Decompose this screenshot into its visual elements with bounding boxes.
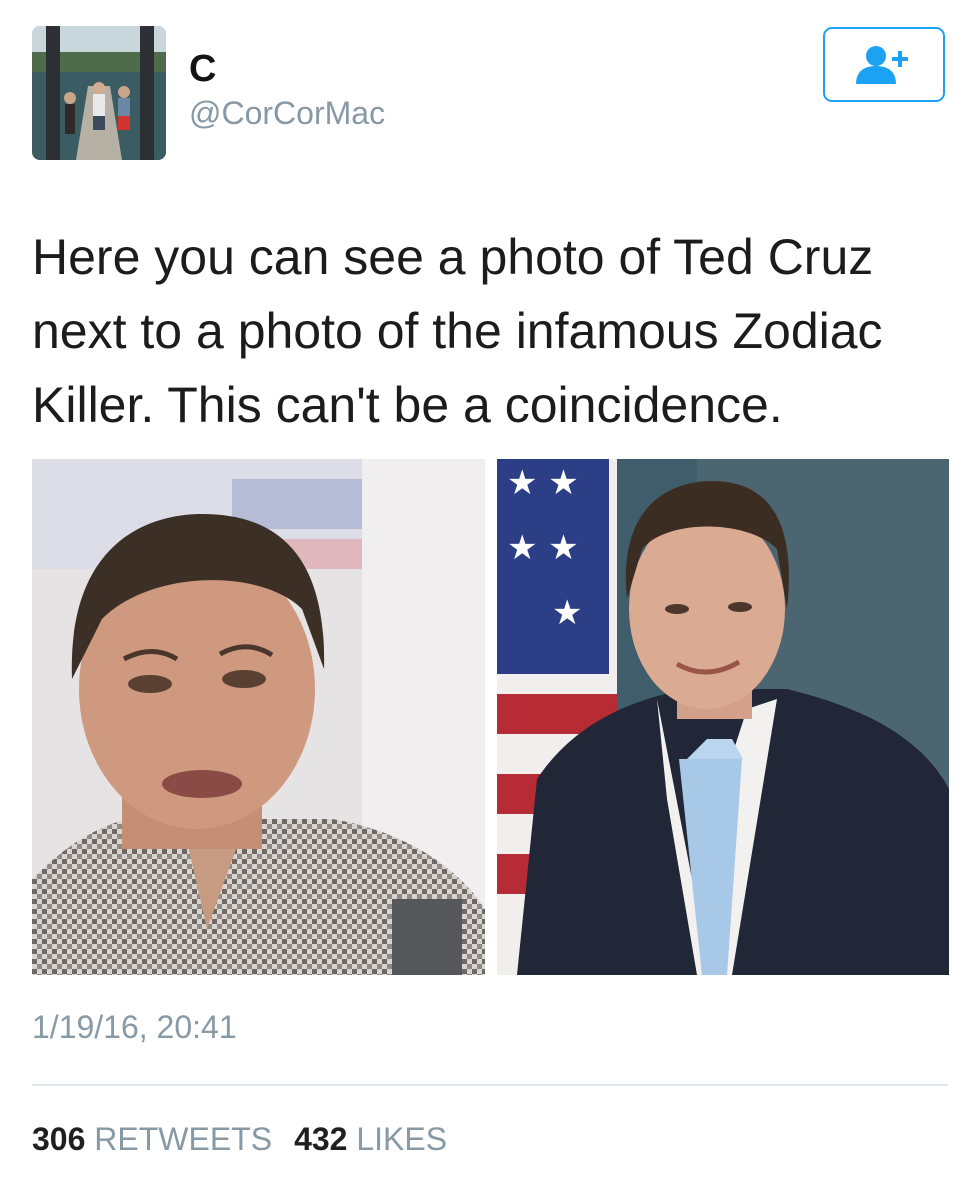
svg-text:★: ★ <box>552 593 582 633</box>
avatar-image <box>32 26 166 160</box>
tweet-timestamp: 1/19/16, 20:41 <box>32 1009 237 1045</box>
tweet-text: Here you can see a photo of Ted Cruz nex… <box>32 229 883 433</box>
likes-stat[interactable]: 432 LIKES <box>294 1121 447 1157</box>
add-user-icon <box>856 45 908 84</box>
likes-label: LIKES <box>356 1121 448 1157</box>
photo-left-image <box>32 459 485 975</box>
divider <box>32 1084 948 1086</box>
tweet-photo-left[interactable] <box>32 459 485 975</box>
likes-count: 432 <box>294 1121 348 1157</box>
retweets-stat[interactable]: 306 RETWEETS <box>32 1121 272 1157</box>
svg-text:★ ★: ★ ★ <box>507 463 579 503</box>
display-name[interactable]: C <box>189 50 216 88</box>
user-handle[interactable]: @CorCorMac <box>189 95 385 131</box>
svg-text:★ ★: ★ ★ <box>507 528 579 568</box>
avatar[interactable] <box>32 26 166 160</box>
retweets-label: RETWEETS <box>94 1121 273 1157</box>
retweets-count: 306 <box>32 1121 86 1157</box>
follow-button[interactable] <box>823 27 945 102</box>
tweet-stats: 306 RETWEETS 432 LIKES <box>32 1121 469 1157</box>
tweet-photo-right[interactable]: ★ ★ ★ ★ ★ <box>497 459 949 975</box>
photo-right-image: ★ ★ ★ ★ ★ <box>497 459 949 975</box>
